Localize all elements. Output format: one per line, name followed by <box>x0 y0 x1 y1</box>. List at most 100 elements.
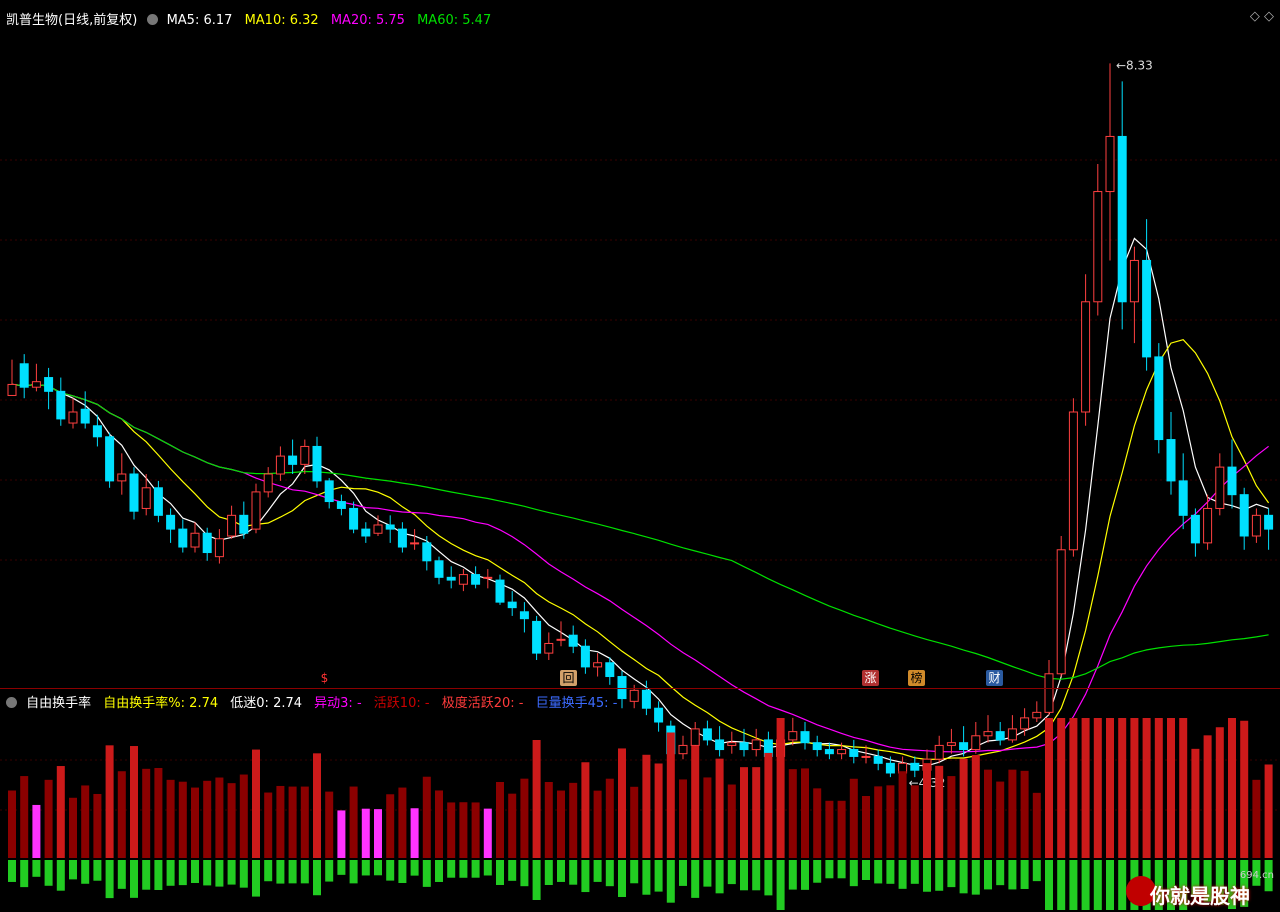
turnover-bar <box>56 766 65 858</box>
candle-body <box>702 728 712 741</box>
turnover-bar <box>642 754 651 858</box>
candle-body <box>349 507 359 530</box>
candle-body <box>715 739 725 751</box>
turnover-bar <box>264 792 273 858</box>
marker-dollar[interactable]: $ <box>316 670 333 686</box>
turnover-bar <box>1032 792 1041 858</box>
turnover-bar <box>483 808 492 858</box>
turnover-bar <box>666 732 675 858</box>
turnover-neg-bar <box>471 860 480 878</box>
candle-body <box>800 731 810 744</box>
turnover-neg-bar <box>764 860 773 896</box>
turnover-neg-bar <box>337 860 346 875</box>
turnover-neg-bar <box>788 860 797 890</box>
turnover-bar <box>532 740 541 858</box>
turnover-bar <box>1167 718 1175 858</box>
turnover-bar <box>471 802 480 858</box>
turnover-neg-bar <box>910 860 919 884</box>
huoyue-label: 活跃10: <box>373 696 421 711</box>
turnover-bar <box>813 788 822 858</box>
turnover-neg-bar <box>776 860 785 910</box>
candle-body <box>568 634 578 647</box>
candle-body <box>593 662 603 668</box>
turnover-neg-bar <box>178 860 187 886</box>
candle-body <box>117 473 127 482</box>
marker-zhang[interactable]: 涨 <box>862 670 879 686</box>
candle-body <box>385 524 395 530</box>
candle-body <box>1129 259 1139 303</box>
candle-body <box>1154 356 1164 441</box>
candle-body <box>519 611 529 620</box>
turnover-neg-bar <box>1106 860 1114 910</box>
turnover-neg-bar <box>544 860 553 885</box>
turnover-neg-bar <box>703 860 712 887</box>
candle-body <box>214 538 224 558</box>
candle-body <box>983 731 993 737</box>
turnover-neg-bar <box>923 860 931 892</box>
marker-hui[interactable]: 回 <box>560 670 577 686</box>
turnover-bar <box>398 787 407 858</box>
turnover-bar <box>203 780 212 858</box>
turnover-neg-bar <box>715 860 724 894</box>
turnover-bar <box>703 777 712 858</box>
turnover-neg-bar <box>874 860 883 884</box>
turnover-neg-bar <box>1069 860 1078 910</box>
turnover-bar <box>447 802 456 858</box>
turnover-neg-bar <box>1008 860 1017 890</box>
stock-title: 凯普生物(日线,前复权) MA5: 6.17 MA10: 6.32 MA20: … <box>6 9 491 28</box>
turnover-bar <box>971 755 980 858</box>
turnover-neg-bar <box>81 860 90 884</box>
candle-body <box>959 742 969 751</box>
indicator-settings-icon[interactable] <box>6 697 17 708</box>
turnover-neg-bar <box>288 860 297 884</box>
turnover-bar <box>776 718 785 858</box>
candle-body <box>690 728 700 746</box>
candle-body <box>1081 301 1091 413</box>
candlestick-chart[interactable]: ←8.33←4.32 <box>0 0 1280 912</box>
turnover-neg-bar <box>654 860 663 892</box>
watermark-url: 694.cn <box>1239 870 1274 881</box>
turnover-bar <box>93 793 102 858</box>
candle-body <box>727 742 737 746</box>
stock-name[interactable]: 凯普生物(日线,前复权) <box>6 13 137 28</box>
yidong-value: - <box>356 696 362 711</box>
candle-body <box>1032 711 1042 719</box>
turnover-neg-bar <box>727 860 736 885</box>
candle-body <box>1056 549 1066 675</box>
marker-cai[interactable]: 财 <box>986 670 1003 686</box>
candle-body <box>1203 507 1213 544</box>
candle-body <box>105 436 115 482</box>
candle-body <box>824 749 834 755</box>
turnover-bar <box>496 782 504 858</box>
dimei-value: 2.74 <box>273 696 303 711</box>
turnover-bar <box>898 771 907 858</box>
turnover-neg-bar <box>1057 860 1066 910</box>
candle-body <box>336 501 346 509</box>
turnover-neg-bar <box>508 860 517 881</box>
turnover-bar <box>325 791 334 858</box>
candle-body <box>849 749 859 757</box>
turnover-bar <box>862 796 870 858</box>
turnover-bar <box>935 765 944 858</box>
turnover-bar <box>459 802 468 858</box>
candle-body <box>946 742 956 746</box>
turnover-neg-bar <box>483 860 492 876</box>
candle-body <box>739 742 749 751</box>
candle-body <box>275 455 285 475</box>
turnover-bar <box>837 800 846 858</box>
turnover-bar <box>410 808 419 858</box>
candle-body <box>1215 466 1225 509</box>
candle-body <box>410 542 420 545</box>
indicator-name[interactable]: 自由换手率 <box>26 696 91 711</box>
marker-bang[interactable]: 榜 <box>908 670 925 686</box>
turnover-neg-bar <box>569 860 578 885</box>
candle-body <box>239 514 249 534</box>
candle-body <box>263 473 273 493</box>
candle-body <box>422 542 432 562</box>
candle-body <box>190 532 200 548</box>
nav-arrows-icon[interactable]: ◇ ◇ <box>1250 9 1274 24</box>
ma20-value: 5.75 <box>376 13 405 28</box>
turnover-bar <box>764 752 773 858</box>
turnover-bar <box>32 804 41 858</box>
settings-dot-icon[interactable] <box>147 14 159 25</box>
